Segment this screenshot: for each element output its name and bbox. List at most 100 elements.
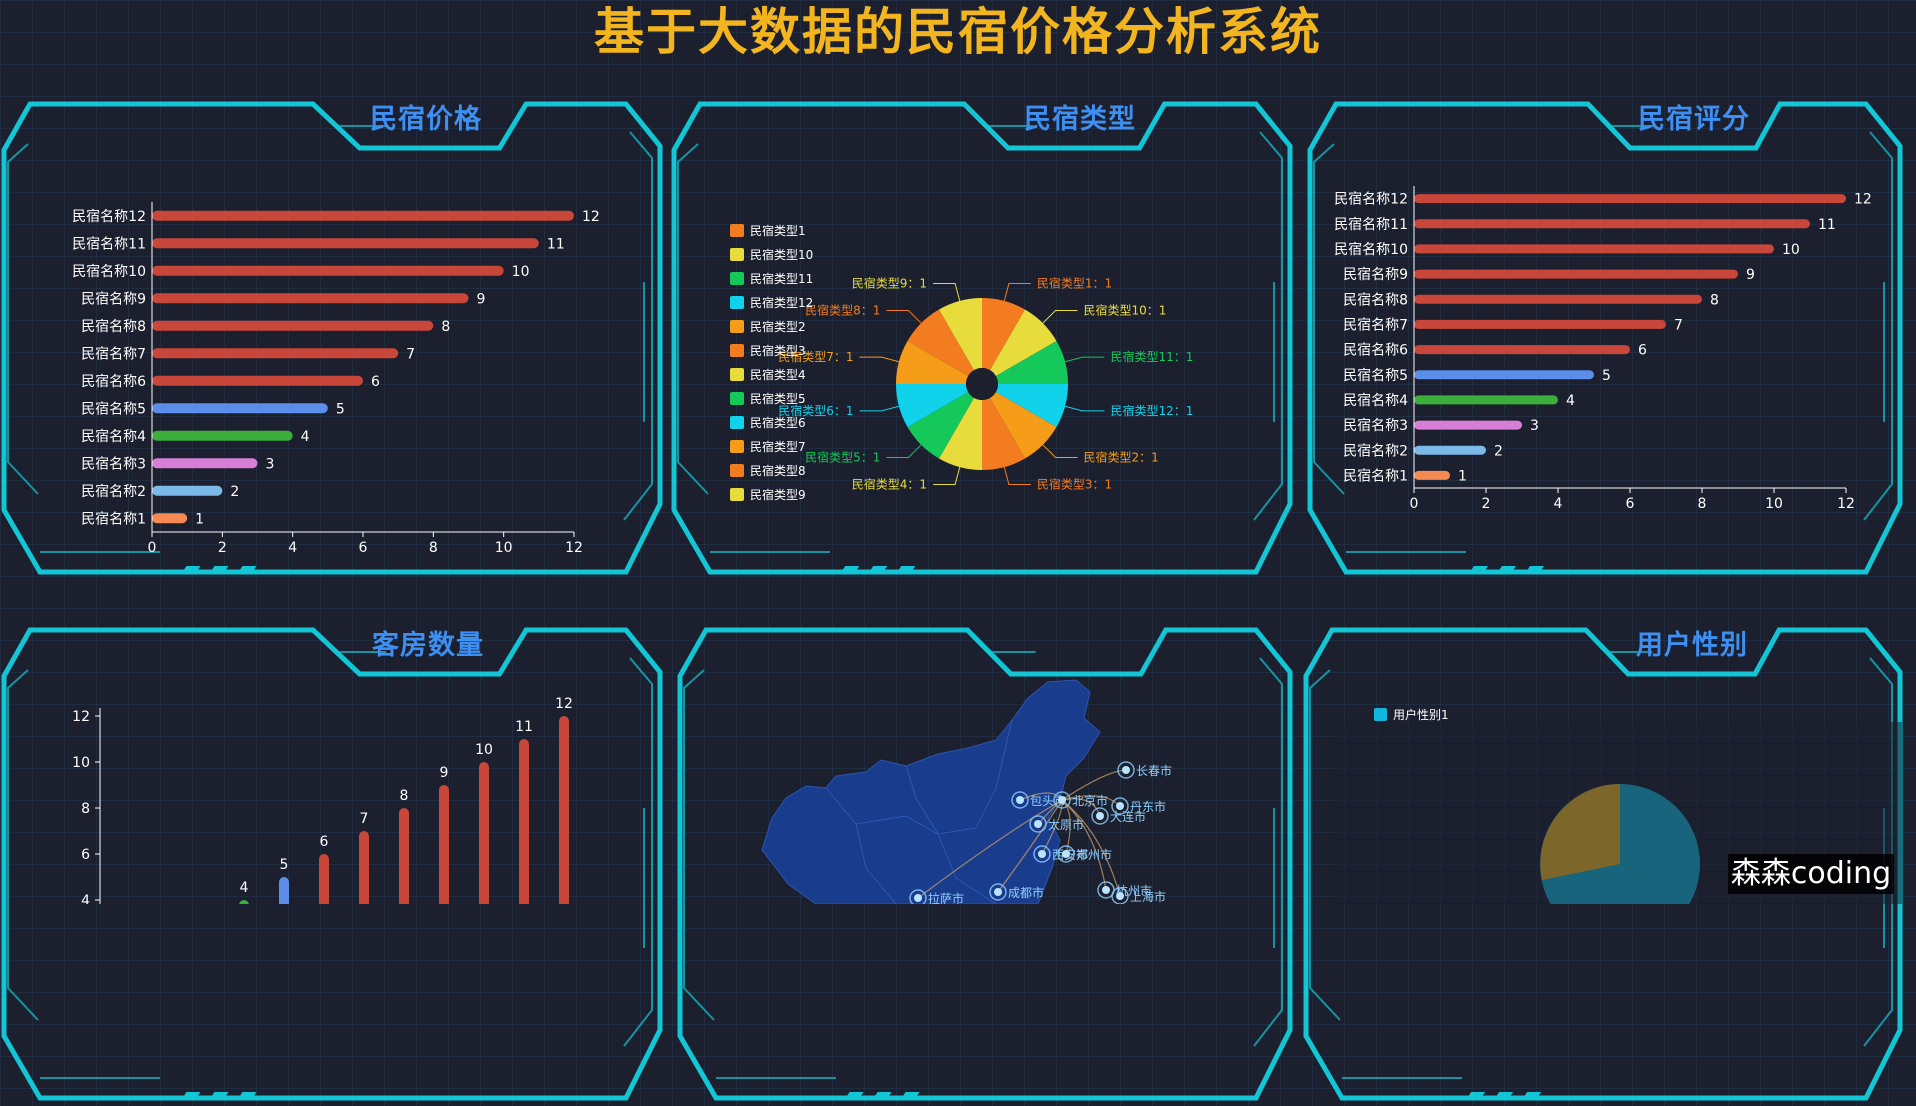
legend-swatch[interactable] [730, 464, 744, 477]
pie-label: 民宿类型5：1 [805, 450, 880, 465]
rooms-panel: 客房数量 4681012123456789101112 [0, 627, 666, 1101]
legend-label[interactable]: 民宿类型10 [750, 247, 813, 262]
value-label: 6 [1638, 343, 1647, 359]
category-label: 民宿名称4 [1343, 392, 1408, 409]
category-label: 民宿名称9 [1343, 266, 1408, 283]
pie-leader-line [1064, 356, 1105, 363]
bar [1414, 194, 1846, 204]
legend-swatch[interactable] [730, 392, 744, 405]
pie-leader-line [1003, 466, 1031, 485]
map-city-dot[interactable] [1122, 766, 1130, 774]
x-tick-label: 6 [1626, 496, 1635, 512]
map-city-label: 北京市 [1072, 793, 1108, 808]
value-label: 8 [400, 788, 409, 804]
x-tick-label: 4 [1554, 496, 1563, 512]
pie-leader-line [886, 309, 922, 324]
value-label: 12 [582, 209, 600, 225]
bar-series [1414, 194, 1846, 480]
legend-swatch[interactable] [730, 272, 744, 285]
bar [152, 348, 399, 359]
bar [152, 320, 434, 331]
legend-swatch[interactable] [730, 488, 744, 501]
legend-label[interactable]: 民宿类型6 [750, 415, 806, 430]
legend-label[interactable]: 民宿类型5 [750, 391, 806, 406]
legend-label[interactable]: 民宿类型1 [750, 223, 806, 238]
map-city-dot[interactable] [1034, 820, 1042, 828]
legend-label[interactable]: 民宿类型4 [750, 367, 806, 382]
pie-leader-line [859, 405, 900, 412]
value-label: 2 [230, 484, 239, 500]
map-city-label: 长春市 [1136, 763, 1172, 778]
value-label: 11 [515, 719, 533, 735]
category-label: 民宿名称8 [81, 318, 146, 335]
pie-label: 民宿类型8：1 [805, 302, 880, 317]
value-label: 5 [1602, 368, 1611, 384]
legend-swatch[interactable] [730, 296, 744, 309]
bar [152, 458, 258, 469]
map-city-dot[interactable] [994, 888, 1002, 896]
legend-label[interactable]: 民宿类型11 [750, 271, 813, 286]
legend-swatch[interactable] [730, 344, 744, 357]
map-city-dot[interactable] [1038, 850, 1046, 858]
pie-label: 民宿类型3：1 [1037, 476, 1112, 491]
map-city-label: 成都市 [1008, 885, 1044, 900]
legend-swatch[interactable] [730, 224, 744, 237]
rating-bar-chart: 0 2 4 6 8 10 12民宿名称1 1民宿名称2 2民宿名称3 3民宿名称4 4民宿名称5 5民… [1334, 186, 1872, 512]
map-city-dot[interactable] [1016, 796, 1024, 804]
map-city-dot[interactable] [914, 894, 922, 902]
category-label: 民宿名称10 [72, 263, 146, 280]
map-city-dot[interactable] [1062, 850, 1070, 858]
category-label: 民宿名称6 [81, 373, 146, 390]
pie-label: 民宿类型12：1 [1110, 403, 1193, 418]
value-label: 9 [440, 765, 449, 781]
x-tick-label: 8 [429, 540, 438, 556]
bar [152, 513, 188, 524]
legend-swatch[interactable] [730, 440, 744, 453]
category-label: 民宿名称7 [81, 345, 146, 362]
price-bar-chart: 0 2 4 6 8 10 12民宿名称1 1民宿名称2 2民宿名称3 3民宿名称4 4民宿名称5 5民… [72, 202, 600, 556]
category-label: 民宿名称7 [1343, 316, 1408, 333]
value-label: 7 [1674, 317, 1683, 333]
map-city-label: 郑州市 [1076, 847, 1112, 862]
map-city-dot[interactable] [1116, 892, 1124, 900]
legend-swatch[interactable] [730, 368, 744, 381]
category-label: 民宿名称2 [1343, 442, 1408, 459]
map-city-dot[interactable] [1096, 812, 1104, 820]
bar [1414, 345, 1630, 355]
category-label: 民宿名称1 [81, 510, 146, 527]
category-label: 民宿名称10 [1334, 241, 1408, 258]
legend-swatch[interactable] [730, 416, 744, 429]
pie-label: 民宿类型2：1 [1084, 450, 1159, 465]
y-tick-label: 10 [72, 755, 90, 771]
bar [152, 210, 574, 221]
legend-label[interactable]: 民宿类型12 [750, 295, 813, 310]
legend-label[interactable]: 民宿类型9 [750, 487, 806, 502]
bar [519, 739, 529, 904]
category-label: 民宿名称12 [1334, 191, 1408, 208]
legend-label[interactable]: 民宿类型2 [750, 319, 806, 334]
category-label: 民宿名称3 [1343, 417, 1408, 434]
category-label: 民宿名称5 [81, 400, 146, 417]
bar [1414, 319, 1666, 329]
category-label: 民宿名称4 [81, 428, 146, 445]
legend-swatch[interactable] [730, 248, 744, 261]
value-label: 7 [360, 811, 369, 827]
x-tick-label: 12 [565, 540, 583, 556]
legend-swatch[interactable] [730, 320, 744, 333]
price-panel: 民宿价格 0 2 4 6 8 10 12 民宿名称1 1 民宿名称2 2 民宿名称3 3 民宿名称4 4 民宿… [0, 101, 666, 580]
bar [1414, 420, 1522, 430]
legend-label[interactable]: 民宿类型3 [750, 343, 806, 358]
legend-label[interactable]: 民宿类型7 [750, 439, 806, 454]
map-city-dot[interactable] [1058, 796, 1066, 804]
map-city-dot[interactable] [1116, 802, 1124, 810]
rooms-bar-chart: 4681012123456789101112 [72, 696, 573, 904]
bar [1414, 294, 1702, 304]
map-city-dot[interactable] [1102, 886, 1110, 894]
bar-series [152, 210, 574, 524]
pie-leader-line [1003, 283, 1031, 302]
pie-leader-line [1042, 444, 1078, 459]
y-tick-label: 4 [81, 893, 90, 904]
value-label: 1 [1458, 468, 1467, 484]
bar [1414, 470, 1450, 480]
legend-label[interactable]: 民宿类型8 [750, 463, 806, 478]
